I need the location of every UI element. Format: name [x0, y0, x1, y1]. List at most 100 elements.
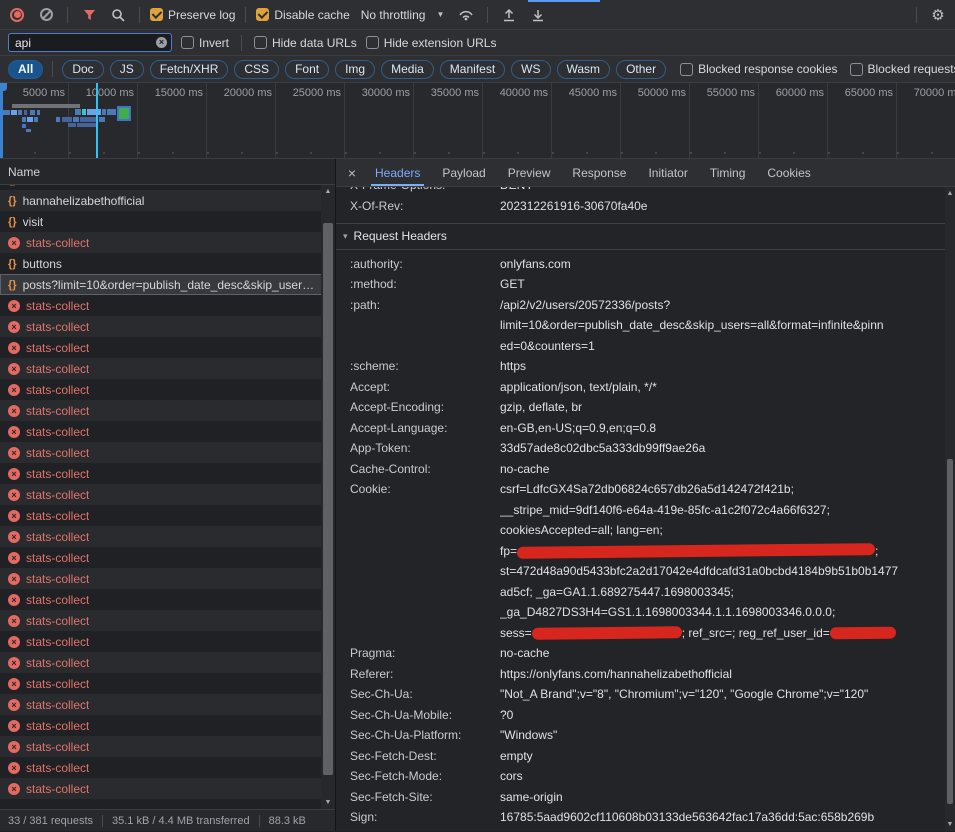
header-row: Time:1703636799438 — [336, 828, 945, 832]
filter-pill-img[interactable]: Img — [335, 60, 375, 79]
waterfall-bar — [22, 124, 26, 128]
request-row[interactable]: ×stats-collect — [0, 547, 335, 568]
request-row[interactable]: ×stats-collect — [0, 778, 335, 799]
request-headers-section-header[interactable]: ▾ Request Headers — [336, 224, 945, 249]
request-row[interactable]: ×stats-collect — [0, 505, 335, 526]
timeline-minor-tick — [241, 152, 243, 154]
request-row[interactable]: ×stats-collect — [0, 631, 335, 652]
request-row[interactable]: {}hannahelizabethofficial — [0, 190, 335, 211]
filter-pill-all[interactable]: All — [8, 60, 43, 79]
request-error-icon: × — [8, 489, 20, 501]
filter-toggle-button[interactable] — [78, 4, 100, 26]
tab-headers[interactable]: Headers — [364, 159, 431, 186]
tab-cookies[interactable]: Cookies — [756, 159, 821, 186]
disable-cache-checkbox[interactable]: Disable cache — [256, 8, 349, 22]
export-har-button[interactable] — [527, 4, 549, 26]
request-row[interactable]: ×stats-collect — [0, 316, 335, 337]
request-row[interactable]: ×stats-collect — [0, 673, 335, 694]
filter-pill-css[interactable]: CSS — [234, 60, 279, 79]
request-row[interactable]: ×stats-collect — [0, 379, 335, 400]
request-row[interactable]: ×stats-collect — [0, 442, 335, 463]
scroll-up-arrow-icon[interactable]: ▲ — [321, 185, 335, 198]
request-row[interactable]: {}posts?limit=10&order=publish_date_desc… — [0, 274, 335, 295]
hide-data-urls-checkbox[interactable]: Hide data URLs — [254, 36, 357, 50]
timeline-gridline — [344, 83, 345, 158]
invert-checkbox[interactable]: Invert — [181, 36, 229, 50]
record-network-log-button[interactable] — [6, 4, 28, 26]
request-list-scrollbar[interactable]: ▲ ▼ — [321, 185, 335, 809]
scroll-down-arrow-icon[interactable]: ▼ — [945, 818, 955, 831]
request-row[interactable]: ×stats-collect — [0, 421, 335, 442]
filter-pill-ws[interactable]: WS — [511, 60, 550, 79]
hide-extension-urls-checkbox[interactable]: Hide extension URLs — [366, 36, 497, 50]
header-value-line: GET — [500, 274, 945, 295]
scroll-down-arrow-icon[interactable]: ▼ — [321, 796, 335, 809]
header-value: DENY — [500, 187, 945, 196]
timeline-tick-label: 55000 ms — [707, 87, 755, 99]
throttling-dropdown[interactable]: No throttling ▼ — [361, 8, 445, 22]
request-row[interactable]: ×stats-collect — [0, 736, 335, 757]
request-row[interactable]: ×stats-collect — [0, 715, 335, 736]
request-row[interactable]: ×stats-collect — [0, 589, 335, 610]
filter-pill-font[interactable]: Font — [285, 60, 329, 79]
scrollbar-thumb[interactable] — [947, 459, 953, 804]
scrollbar-thumb[interactable] — [323, 223, 333, 775]
request-row[interactable]: {}visit — [0, 211, 335, 232]
tab-payload[interactable]: Payload — [431, 159, 496, 186]
network-overview-timeline[interactable]: 5000 ms10000 ms15000 ms20000 ms25000 ms3… — [0, 83, 955, 159]
network-status-bar: 33 / 381 requests 35.1 kB / 4.4 MB trans… — [0, 809, 335, 831]
request-row[interactable]: ×stats-collect — [0, 400, 335, 421]
tab-response[interactable]: Response — [561, 159, 637, 186]
filter-pill-doc[interactable]: Doc — [62, 60, 103, 79]
request-row[interactable]: {}buttons — [0, 253, 335, 274]
filter-pill-wasm[interactable]: Wasm — [557, 60, 611, 79]
blocked-requests-checkbox[interactable]: Blocked requests — [850, 62, 955, 76]
tab-preview[interactable]: Preview — [497, 159, 562, 186]
filter-pill-media[interactable]: Media — [381, 60, 434, 79]
network-conditions-button[interactable] — [455, 4, 477, 26]
request-error-icon: × — [8, 636, 20, 648]
request-error-icon: × — [8, 321, 20, 333]
request-row[interactable]: ×stats-collect — [0, 694, 335, 715]
name-column-header[interactable]: Name — [0, 159, 335, 185]
request-row[interactable]: ×stats-collect — [0, 652, 335, 673]
hide-extension-urls-label: Hide extension URLs — [384, 36, 497, 50]
close-details-button[interactable]: × — [340, 165, 364, 181]
redaction-scribble — [517, 543, 875, 559]
header-value: onlyfans.com — [500, 254, 945, 275]
clear-network-log-button[interactable] — [35, 4, 57, 26]
request-row[interactable]: ×stats-collect — [0, 295, 335, 316]
preserve-log-checkbox[interactable]: Preserve log — [150, 8, 235, 22]
devtools-settings-button[interactable]: ⚙ — [927, 4, 949, 26]
filter-pill-other[interactable]: Other — [616, 60, 666, 79]
request-row[interactable]: ×stats-collect — [0, 484, 335, 505]
blocked-response-cookies-checkbox[interactable]: Blocked response cookies — [680, 62, 837, 76]
request-error-icon: × — [8, 300, 20, 312]
search-icon — [111, 8, 125, 22]
details-scrollbar[interactable]: ▲ ▼ — [945, 187, 955, 831]
request-row[interactable]: ×stats-collect — [0, 526, 335, 547]
filter-pill-js[interactable]: JS — [110, 60, 144, 79]
search-button[interactable] — [107, 4, 129, 26]
request-row[interactable]: ×stats-collect — [0, 568, 335, 589]
filter-pill-manifest[interactable]: Manifest — [440, 60, 505, 79]
request-row[interactable]: ×stats-collect — [0, 337, 335, 358]
scroll-up-arrow-icon[interactable]: ▲ — [945, 187, 955, 200]
filter-input-box[interactable]: × — [8, 33, 172, 52]
clear-filter-icon[interactable]: × — [156, 37, 167, 48]
selection-handle[interactable] — [0, 83, 7, 91]
request-row[interactable]: ×stats-collect — [0, 757, 335, 778]
filter-input[interactable] — [11, 36, 156, 50]
request-row[interactable]: ×stats-collect — [0, 610, 335, 631]
active-panel-tab-underline — [528, 0, 600, 2]
request-row[interactable]: ×stats-collect — [0, 358, 335, 379]
tab-timing[interactable]: Timing — [699, 159, 757, 186]
import-har-button[interactable] — [498, 4, 520, 26]
filter-pill-fetch-xhr[interactable]: Fetch/XHR — [150, 60, 229, 79]
checkbox-checked-icon — [256, 8, 269, 21]
request-row[interactable]: ×stats-collect — [0, 463, 335, 484]
tab-initiator[interactable]: Initiator — [637, 159, 698, 186]
network-conditions-icon — [458, 8, 474, 21]
request-error-icon: × — [8, 741, 20, 753]
request-row[interactable]: ×stats-collect — [0, 232, 335, 253]
